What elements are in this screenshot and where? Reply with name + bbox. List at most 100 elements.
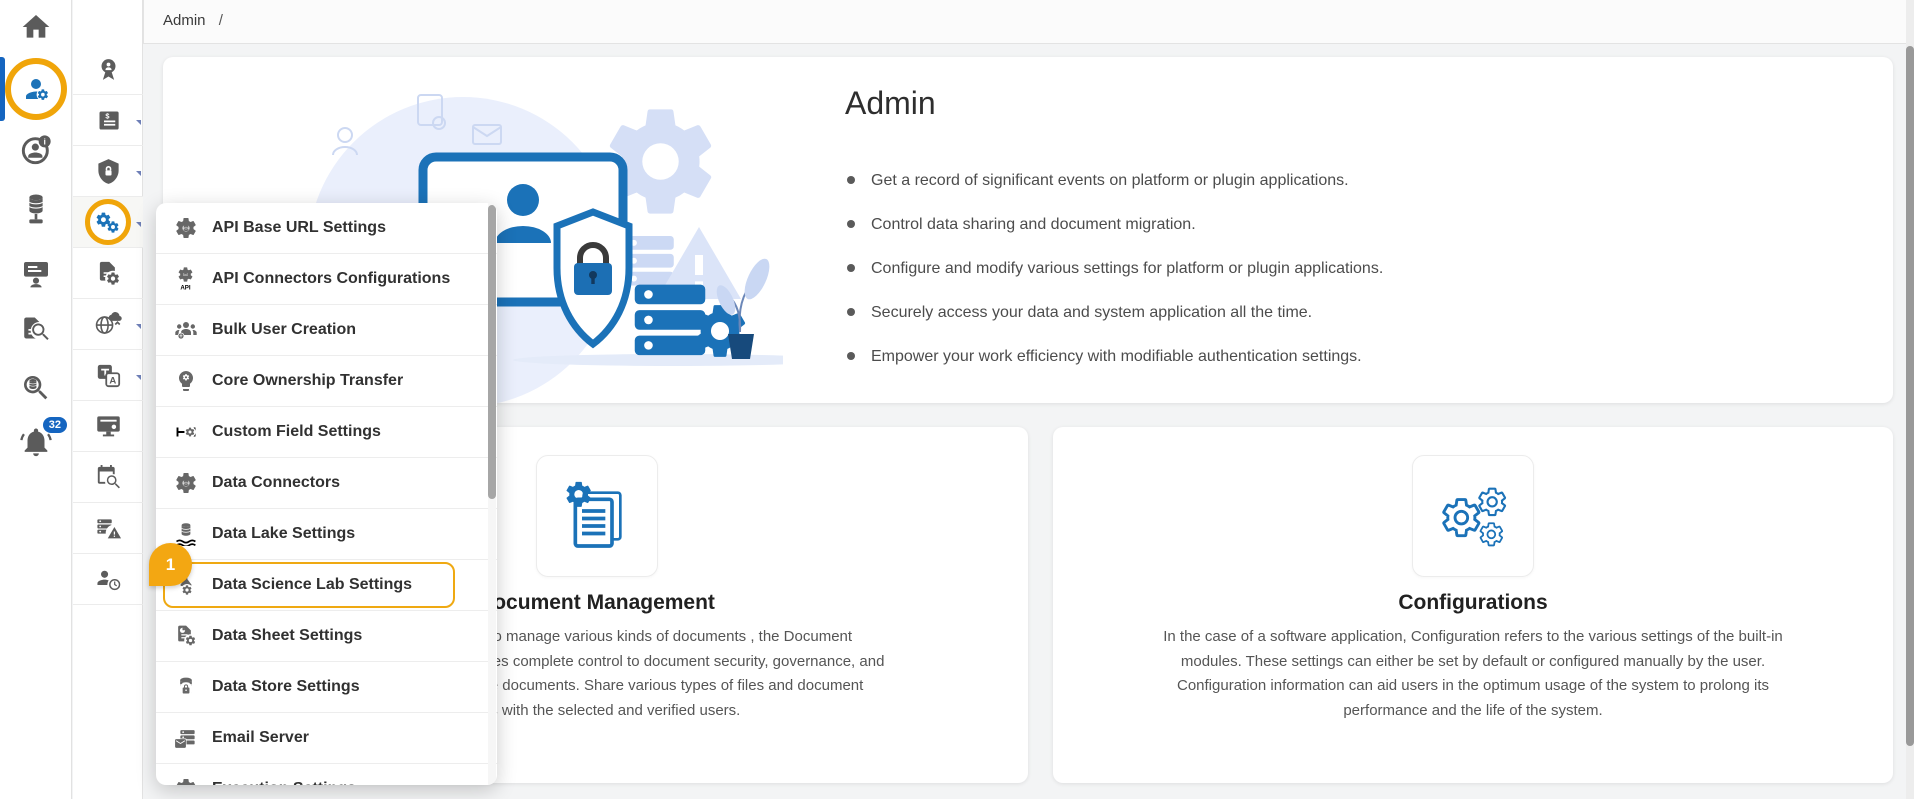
- training-board-icon: [20, 258, 52, 290]
- sidebar-item-web-transfer[interactable]: [73, 299, 143, 350]
- billing-invoice-icon: $: [99, 111, 119, 129]
- server-alert-icon: [96, 518, 122, 541]
- sidebar-item-schedule-search[interactable]: [73, 452, 143, 503]
- menu-item-data-science-lab-settings[interactable]: Data Science Lab Settings: [156, 560, 497, 611]
- menu-item-label: Email Server: [212, 729, 309, 746]
- menu-item-custom-field-settings[interactable]: Custom Field Settings: [156, 407, 497, 458]
- email-server-icon: [174, 730, 195, 748]
- svg-text:API: API: [180, 285, 191, 292]
- user-award-icon: [95, 56, 122, 83]
- user-info-icon: i: [21, 135, 51, 165]
- row-caret-icon: [136, 375, 141, 380]
- audit-log-search-icon: [24, 317, 49, 341]
- sidebar-item-billing[interactable]: $: [73, 95, 143, 146]
- feature-bullet: Get a record of significant events on pl…: [845, 172, 1845, 190]
- sidebar-item-file-settings[interactable]: [73, 248, 143, 299]
- home-icon: [20, 11, 52, 43]
- menu-item-core-ownership-transfer[interactable]: Core Ownership Transfer: [156, 356, 497, 407]
- menu-item-label: Custom Field Settings: [212, 423, 381, 440]
- topbar-divider: [143, 0, 144, 44]
- sidebar-item-training[interactable]: [0, 256, 72, 292]
- feature-bullet: Empower your work efficiency with modifi…: [845, 348, 1845, 366]
- sidebar-item-notifications[interactable]: 32: [0, 416, 72, 464]
- row-caret-icon: [136, 171, 141, 176]
- sidebar-item-certificates[interactable]: [73, 401, 143, 452]
- menu-item-label: Data Connectors: [212, 474, 341, 491]
- sidebar-item-user-award[interactable]: [73, 44, 143, 95]
- gear-database-icon: [174, 216, 198, 240]
- sidebar-item-user-activity[interactable]: [73, 554, 143, 605]
- sidebar-item-server-health[interactable]: [73, 503, 143, 554]
- page-scrollbar-track[interactable]: [1906, 0, 1914, 799]
- row-caret-icon: [136, 324, 141, 329]
- database-lock-icon: [179, 677, 193, 696]
- user-settings-icon: [21, 74, 50, 101]
- sheet-gear-icon: [178, 625, 197, 647]
- svg-text:$: $: [105, 111, 109, 120]
- bulb-gear-icon: [174, 369, 198, 393]
- gear-icon: [174, 777, 198, 785]
- row-caret-icon: [136, 120, 141, 125]
- feature-bullet: Securely access your data and system app…: [845, 304, 1845, 322]
- globe-transfer-icon: [95, 311, 122, 334]
- sidebar-item-audit-logs[interactable]: [0, 312, 72, 348]
- document-management-iconbox: [535, 455, 658, 577]
- menu-item-data-connectors[interactable]: Data Connectors: [156, 458, 497, 509]
- menu-item-label: API Base URL Settings: [212, 219, 386, 236]
- sidebar-item-user-info[interactable]: i: [0, 133, 72, 167]
- breadcrumb-current[interactable]: Admin: [163, 12, 206, 29]
- step-indicator-badge: 1: [149, 543, 192, 586]
- settings-dropdown-menu: API Base URL Settings API API Connectors…: [156, 203, 497, 785]
- svg-text:+: +: [179, 334, 183, 340]
- menu-scrollbar-thumb[interactable]: [488, 205, 496, 499]
- menu-item-label: Data Lake Settings: [212, 525, 356, 542]
- feature-bullet: Control data sharing and document migrat…: [845, 216, 1845, 234]
- breadcrumb: Admin /: [163, 12, 223, 29]
- card-title: Configurations: [1398, 591, 1548, 614]
- calendar-search-icon: [97, 464, 121, 490]
- highlight-ring: [85, 199, 131, 245]
- sidebar-item-settings[interactable]: [73, 197, 143, 248]
- menu-item-label: Execution Settings: [212, 780, 356, 785]
- menu-item-label: Data Sheet Settings: [212, 627, 363, 644]
- menu-item-email-server[interactable]: Email Server: [156, 713, 497, 764]
- database-network-icon: [29, 194, 43, 224]
- menu-item-execution-settings[interactable]: Execution Settings: [156, 764, 497, 785]
- menu-item-data-sheet-settings[interactable]: Data Sheet Settings: [156, 611, 497, 662]
- language-translate-icon: [95, 362, 122, 389]
- primary-sidebar: i 32: [0, 0, 72, 799]
- gear-database-icon: [174, 471, 198, 495]
- configurations-iconbox: [1412, 455, 1534, 577]
- sidebar-item-home[interactable]: [0, 10, 72, 44]
- menu-item-api-base-url[interactable]: API Base URL Settings: [156, 203, 497, 254]
- notification-count-badge: 32: [42, 416, 67, 433]
- menu-item-api-connectors[interactable]: API API Connectors Configurations: [156, 254, 497, 305]
- page-title: Admin: [845, 85, 936, 121]
- menu-item-label: Bulk User Creation: [212, 321, 357, 338]
- sidebar-item-data-sources[interactable]: [0, 192, 72, 228]
- data-search-icon: [24, 376, 48, 400]
- menu-item-data-lake-settings[interactable]: Data Lake Settings: [156, 509, 497, 560]
- menu-item-data-store-settings[interactable]: Data Store Settings: [156, 662, 497, 713]
- highlight-ring: [5, 58, 67, 120]
- feature-bullet: Configure and modify various settings fo…: [845, 260, 1845, 278]
- sidebar-item-data-search[interactable]: [0, 370, 72, 406]
- custom-field-icon: [176, 426, 196, 438]
- menu-item-label: Data Science Lab Settings: [212, 576, 413, 593]
- menu-item-label: Core Ownership Transfer: [212, 372, 404, 389]
- menu-item-bulk-user-creation[interactable]: + Bulk User Creation: [156, 305, 497, 356]
- svg-text:i: i: [43, 137, 45, 147]
- configurations-card[interactable]: Configurations In the case of a software…: [1053, 427, 1893, 783]
- sidebar-item-security[interactable]: [73, 146, 143, 197]
- certificate-monitor-icon: [95, 413, 122, 440]
- sidebar-item-language[interactable]: [73, 350, 143, 401]
- configurations-icon: [1442, 487, 1507, 547]
- bulk-users-icon: +: [174, 318, 198, 340]
- card-description: In the case of a software application, C…: [1163, 628, 1783, 719]
- user-activity-icon: [96, 570, 122, 592]
- topbar: Admin /: [73, 0, 1914, 44]
- menu-item-label: API Connectors Configurations: [212, 270, 451, 287]
- security-shield-icon: [95, 158, 122, 185]
- sidebar-item-user-settings[interactable]: [0, 57, 72, 121]
- page-scrollbar-thumb[interactable]: [1906, 46, 1914, 746]
